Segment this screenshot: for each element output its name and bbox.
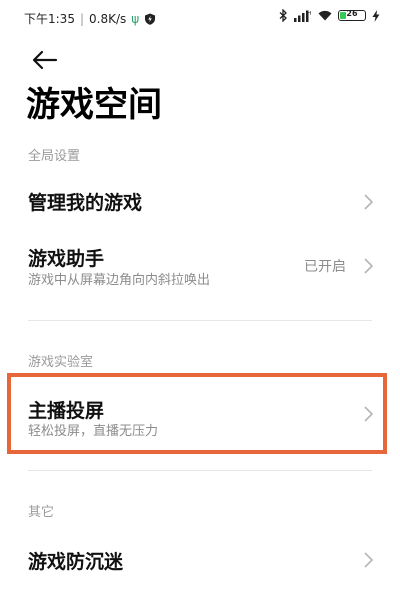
chevron-right-icon	[364, 258, 374, 274]
page-title: 游戏空间	[26, 85, 162, 125]
anti-addiction-title: 游戏防沉迷	[28, 551, 124, 573]
chevron-right-icon	[364, 194, 374, 210]
game-assistant-title: 游戏助手	[28, 248, 105, 270]
game-assistant-subtitle: 游戏中从屏幕边角向内斜拉唤出	[28, 273, 211, 288]
chevron-right-icon	[364, 552, 374, 568]
status-separator: |	[79, 11, 84, 26]
signal-icon: H	[294, 10, 312, 22]
section-header-global: 全局设置	[28, 149, 81, 164]
bolt-icon	[372, 9, 380, 22]
game-assistant-status: 已开启	[304, 259, 346, 275]
usb-icon: ψ	[131, 11, 140, 26]
manage-games-item[interactable]: 管理我的游戏	[0, 178, 400, 226]
svg-text:H: H	[308, 11, 312, 17]
back-button[interactable]	[26, 46, 62, 74]
status-left: 下午1:35 | 0.8K/s ψ	[24, 10, 156, 27]
status-right: H 26	[279, 9, 380, 22]
section-divider	[28, 320, 372, 321]
battery-icon: 26	[338, 9, 366, 21]
wifi-icon	[318, 10, 332, 21]
manage-games-title: 管理我的游戏	[28, 192, 143, 214]
status-bar: 下午1:35 | 0.8K/s ψ H 26	[0, 0, 400, 34]
section-header-other: 其它	[28, 505, 55, 520]
section-header-lab: 游戏实验室	[28, 355, 94, 370]
game-assistant-item[interactable]: 游戏助手 游戏中从屏幕边角向内斜拉唤出 已开启	[0, 238, 400, 298]
arrow-left-icon	[32, 50, 58, 70]
network-speed: 0.8K/s	[89, 11, 127, 26]
battery-level: 26	[346, 9, 358, 18]
highlight-frame	[7, 373, 387, 454]
bluetooth-icon	[279, 9, 287, 22]
section-divider	[28, 470, 372, 471]
status-time: 下午1:35	[24, 12, 75, 26]
anti-addiction-item[interactable]: 游戏防沉迷	[0, 535, 400, 583]
shield-icon	[145, 13, 156, 25]
